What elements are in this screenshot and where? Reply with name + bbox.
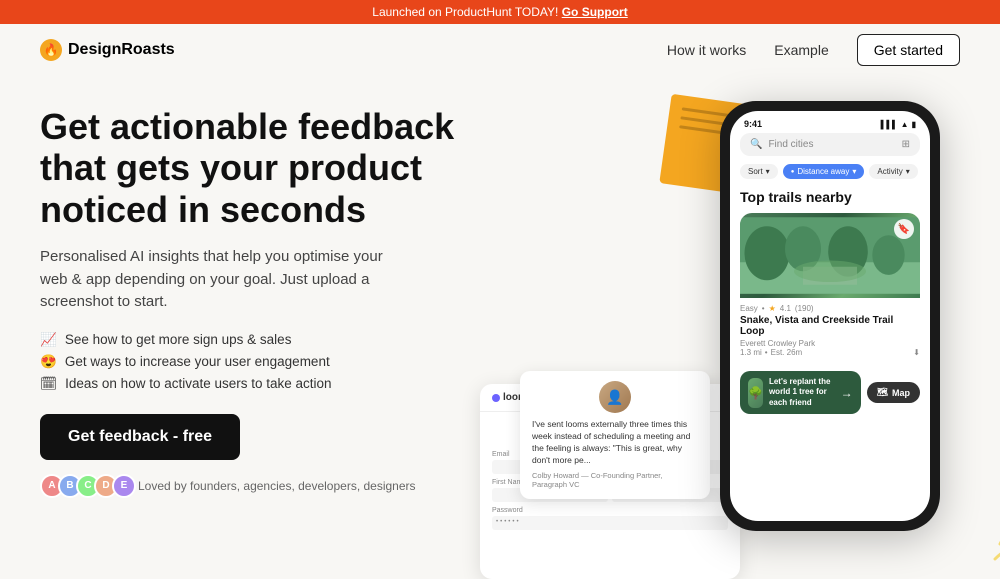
filter-row: Sort ▾ ● Distance away ▾ Activity ▾ [740, 164, 920, 179]
trail-bookmark-icon[interactable]: 🔖 [894, 219, 914, 239]
phone-section-title: Top trails nearby [740, 189, 920, 205]
hero-right: 9:41 ▌▌▌ ▲ ▮ 🔍 Find cities ⊞ [470, 96, 960, 579]
logo: 🔥 DesignRoasts [40, 39, 175, 61]
feature-item-3: 🗓 Ideas on how to activate users to take… [40, 376, 470, 392]
top-banner: Launched on ProductHunt TODAY! Go Suppor… [0, 0, 1000, 24]
search-placeholder: Find cities [768, 139, 813, 150]
get-started-button[interactable]: Get started [857, 34, 960, 66]
battery-icon: ▮ [912, 120, 916, 129]
filter-sort-label: Sort [748, 167, 763, 176]
feature-emoji-2: 😍 [40, 354, 57, 370]
replant-image: 🌳 [748, 378, 763, 408]
scribble-yellow-decoration [990, 514, 1000, 574]
filter-activity-label: Activity [877, 167, 902, 176]
trail-mi: 1.3 mi [740, 348, 762, 357]
distance-chevron-icon: ▾ [852, 167, 856, 176]
trail-card[interactable]: 🔖 Easy • ★ 4.1 (190) Snake, Vista and Cr… [740, 213, 920, 363]
feature-emoji-3: 🗓 [40, 376, 57, 392]
trail-reviews: (190) [795, 304, 814, 313]
phone-mockup: 9:41 ▌▌▌ ▲ ▮ 🔍 Find cities ⊞ [720, 101, 940, 531]
trail-difficulty: Easy [740, 304, 758, 313]
map-label: Map [892, 388, 910, 398]
social-proof-text: Loved by founders, agencies, developers,… [138, 479, 416, 493]
map-icon: 🗺 [877, 387, 888, 398]
trail-name: Snake, Vista and Creekside Trail Loop [740, 315, 920, 337]
map-button[interactable]: 🗺 Map [867, 382, 920, 403]
filter-icon: ⊞ [902, 139, 910, 150]
navbar: 🔥 DesignRoasts How it works Example Get … [0, 24, 1000, 76]
download-icon[interactable]: ⬇ [913, 348, 920, 357]
filter-distance[interactable]: ● Distance away ▾ [783, 164, 865, 179]
phone-status-bar: 9:41 ▌▌▌ ▲ ▮ [730, 111, 930, 133]
headline: Get actionable feedback that gets your p… [40, 106, 470, 230]
features-list: 📈 See how to get more sign ups & sales 😍… [40, 332, 470, 392]
main-content: Get actionable feedback that gets your p… [0, 76, 1000, 579]
loom-password-label: Password [492, 507, 728, 514]
loom-password-field: Password •••••• [492, 507, 728, 530]
replant-card: 🌳 Let's replant the world 1 tree for eac… [740, 371, 861, 414]
phone-screen: 9:41 ▌▌▌ ▲ ▮ 🔍 Find cities ⊞ [730, 111, 930, 521]
phone-content: 🔍 Find cities ⊞ Sort ▾ ● Distance away [730, 133, 930, 414]
sort-chevron-icon: ▾ [766, 167, 770, 176]
phone-time: 9:41 [744, 119, 762, 129]
trail-distance: 1.3 mi • Est. 26m ⬇ [740, 348, 920, 357]
status-icons: ▌▌▌ ▲ ▮ [881, 120, 916, 129]
avatar-5: E [112, 474, 136, 498]
activity-chevron-icon: ▾ [906, 167, 910, 176]
subheadline: Personalised AI insights that help you o… [40, 246, 400, 314]
phone-search-bar[interactable]: 🔍 Find cities ⊞ [740, 133, 920, 156]
feedback-avatar: 👤 [599, 381, 631, 413]
feedback-text: I've sent looms externally three times t… [532, 419, 698, 467]
star-icon: ★ [769, 304, 776, 313]
search-icon: 🔍 [750, 139, 762, 150]
replant-text: Let's replant the world 1 tree for each … [769, 377, 835, 408]
trail-image: 🔖 [740, 213, 920, 298]
wifi-icon: ▲ [901, 120, 909, 129]
hero-left: Get actionable feedback that gets your p… [40, 96, 470, 579]
distance-dot-icon: ● [791, 169, 795, 175]
filter-distance-label: Distance away [797, 167, 849, 176]
trail-info: Easy • ★ 4.1 (190) Snake, Vista and Cree… [740, 298, 920, 363]
nav-how-it-works[interactable]: How it works [667, 42, 746, 58]
feedback-author: Colby Howard — Co-Founding Partner, Para… [532, 471, 698, 489]
filter-activity[interactable]: Activity ▾ [869, 164, 917, 179]
banner-text: Launched on ProductHunt TODAY! [372, 5, 561, 19]
feature-text-1: See how to get more sign ups & sales [65, 332, 292, 347]
social-proof: A B C D E Loved by founders, agencies, d… [40, 474, 470, 498]
feature-emoji-1: 📈 [40, 332, 57, 348]
feature-item-2: 😍 Get ways to increase your user engagem… [40, 354, 470, 370]
loom-password-input[interactable]: •••••• [492, 516, 728, 530]
nav-links: How it works Example Get started [667, 34, 960, 66]
trail-est: Est. 26m [771, 348, 803, 357]
loom-dot-icon [492, 394, 500, 402]
nav-example[interactable]: Example [774, 42, 828, 58]
feature-text-3: Ideas on how to activate users to take a… [65, 376, 331, 391]
banner-link[interactable]: Go Support [562, 5, 628, 19]
logo-text: DesignRoasts [68, 41, 175, 59]
trail-image-svg [740, 213, 920, 298]
trail-rating: 4.1 [780, 304, 791, 313]
trail-meta: Easy • ★ 4.1 (190) [740, 304, 920, 313]
filter-sort[interactable]: Sort ▾ [740, 164, 778, 179]
feedback-quote-card: 👤 I've sent looms externally three times… [520, 371, 710, 499]
feature-text-2: Get ways to increase your user engagemen… [65, 354, 330, 369]
signal-icon: ▌▌▌ [881, 120, 898, 129]
trail-location: Everett Crowley Park [740, 339, 920, 348]
bottom-area: 🌳 Let's replant the world 1 tree for eac… [740, 371, 920, 414]
logo-icon: 🔥 [40, 39, 62, 61]
replant-arrow-icon[interactable]: → [841, 386, 853, 400]
avatar-group: A B C D E [40, 474, 130, 498]
cta-button[interactable]: Get feedback - free [40, 414, 240, 460]
feature-item-1: 📈 See how to get more sign ups & sales [40, 332, 470, 348]
